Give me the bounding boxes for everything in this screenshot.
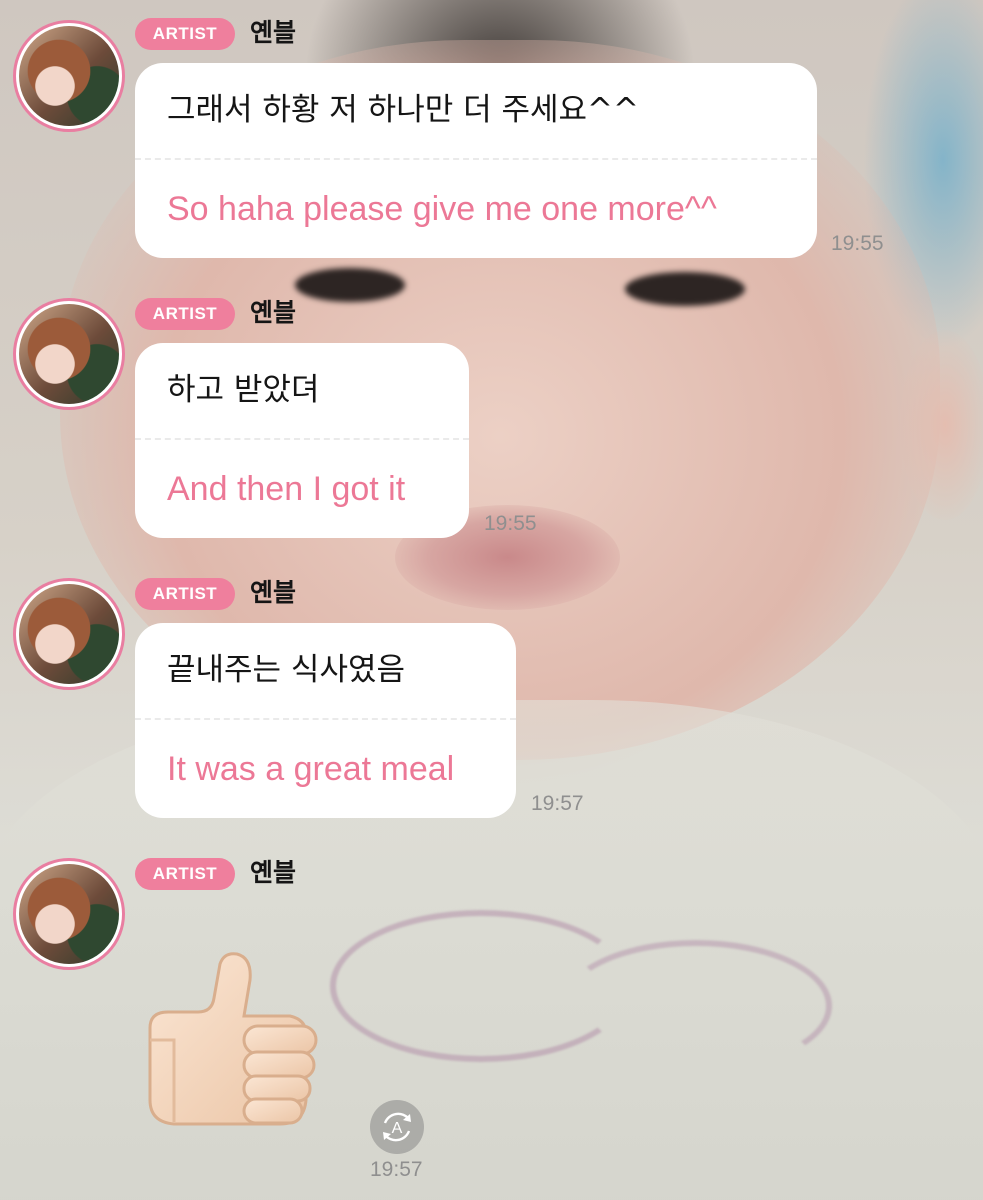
avatar[interactable] [13, 298, 125, 410]
avatar-image [19, 304, 119, 404]
artist-badge: ARTIST [135, 18, 235, 50]
message-time: 19:55 [484, 512, 537, 535]
background-eye-right [625, 272, 745, 306]
original-text: 그래서 하황 저 하나만 더 주세요^^ [167, 92, 639, 128]
avatar[interactable] [13, 20, 125, 132]
background-ear [900, 330, 983, 520]
avatar-image [19, 584, 119, 684]
message-time: 19:55 [831, 232, 884, 255]
artist-badge: ARTIST [135, 858, 235, 890]
message-bubble[interactable]: 그래서 하황 저 하나만 더 주세요^^ So haha please give… [135, 63, 817, 258]
background-scribble [560, 940, 832, 1072]
message-time: 19:57 [370, 1158, 423, 1181]
auto-translate-icon: A [383, 1112, 411, 1142]
artist-badge: ARTIST [135, 578, 235, 610]
original-text: 끝내주는 식사였음 [167, 652, 406, 688]
translated-text: And then I got it [167, 470, 406, 508]
sender-name: 옌블 [250, 18, 297, 47]
original-text: 하고 받았뎌 [167, 372, 320, 408]
avatar[interactable] [13, 858, 125, 970]
sender-name: 옌블 [250, 578, 297, 607]
background-eye-left [295, 268, 405, 302]
artist-badge: ARTIST [135, 298, 235, 330]
message-time: 19:57 [531, 792, 584, 815]
avatar[interactable] [13, 578, 125, 690]
translated-text: It was a great meal [167, 750, 455, 788]
message-bubble[interactable]: 끝내주는 식사였음 It was a great meal [135, 623, 516, 818]
auto-translate-button[interactable]: A [370, 1100, 424, 1154]
thumbs-up-icon[interactable] [140, 950, 330, 1130]
avatar-image [19, 864, 119, 964]
translated-text: So haha please give me one more^^ [167, 190, 717, 228]
sender-name: 옌블 [250, 298, 297, 327]
sender-name: 옌블 [250, 858, 297, 887]
svg-text:A: A [392, 1120, 403, 1137]
message-bubble[interactable]: 하고 받았뎌 And then I got it [135, 343, 469, 538]
avatar-image [19, 26, 119, 126]
